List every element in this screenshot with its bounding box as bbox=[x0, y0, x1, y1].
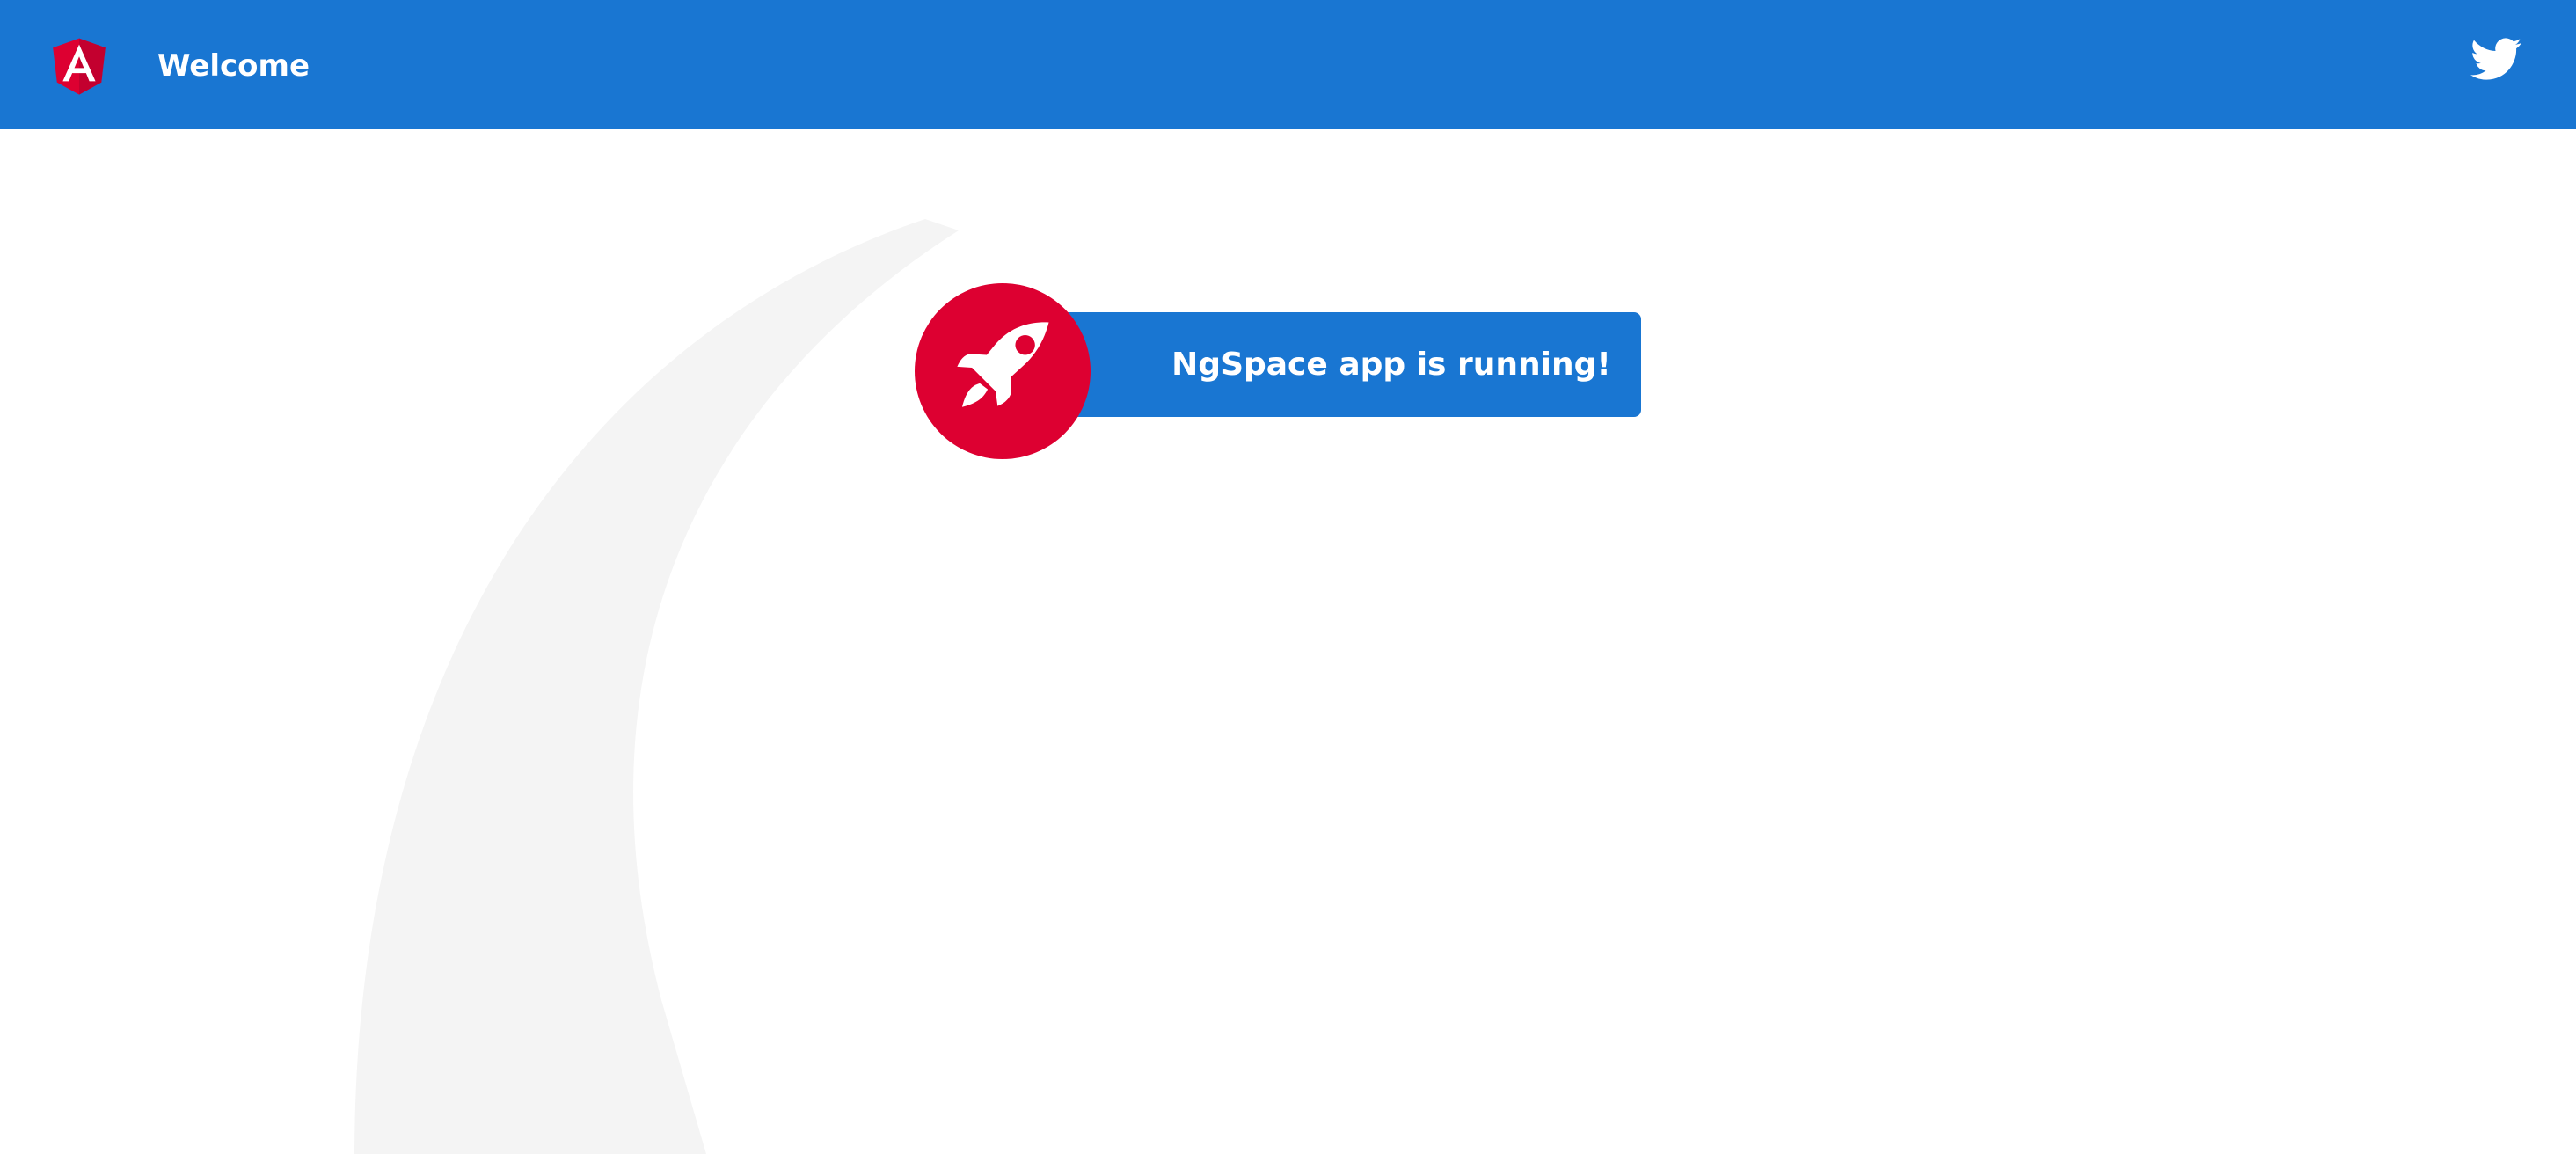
rocket-trail-graphic bbox=[354, 219, 959, 1154]
twitter-icon[interactable] bbox=[2468, 33, 2524, 84]
page-title: Welcome bbox=[157, 48, 310, 84]
app-running-banner: NgSpace app is running! bbox=[1036, 312, 1641, 417]
rocket-badge bbox=[915, 283, 1091, 459]
angular-logo-icon bbox=[44, 29, 114, 101]
main-content: NgSpace app is running! bbox=[0, 129, 2576, 1154]
toolbar: Welcome bbox=[0, 0, 2576, 129]
banner-text: NgSpace app is running! bbox=[1171, 347, 1611, 383]
rocket-icon bbox=[957, 322, 1049, 407]
